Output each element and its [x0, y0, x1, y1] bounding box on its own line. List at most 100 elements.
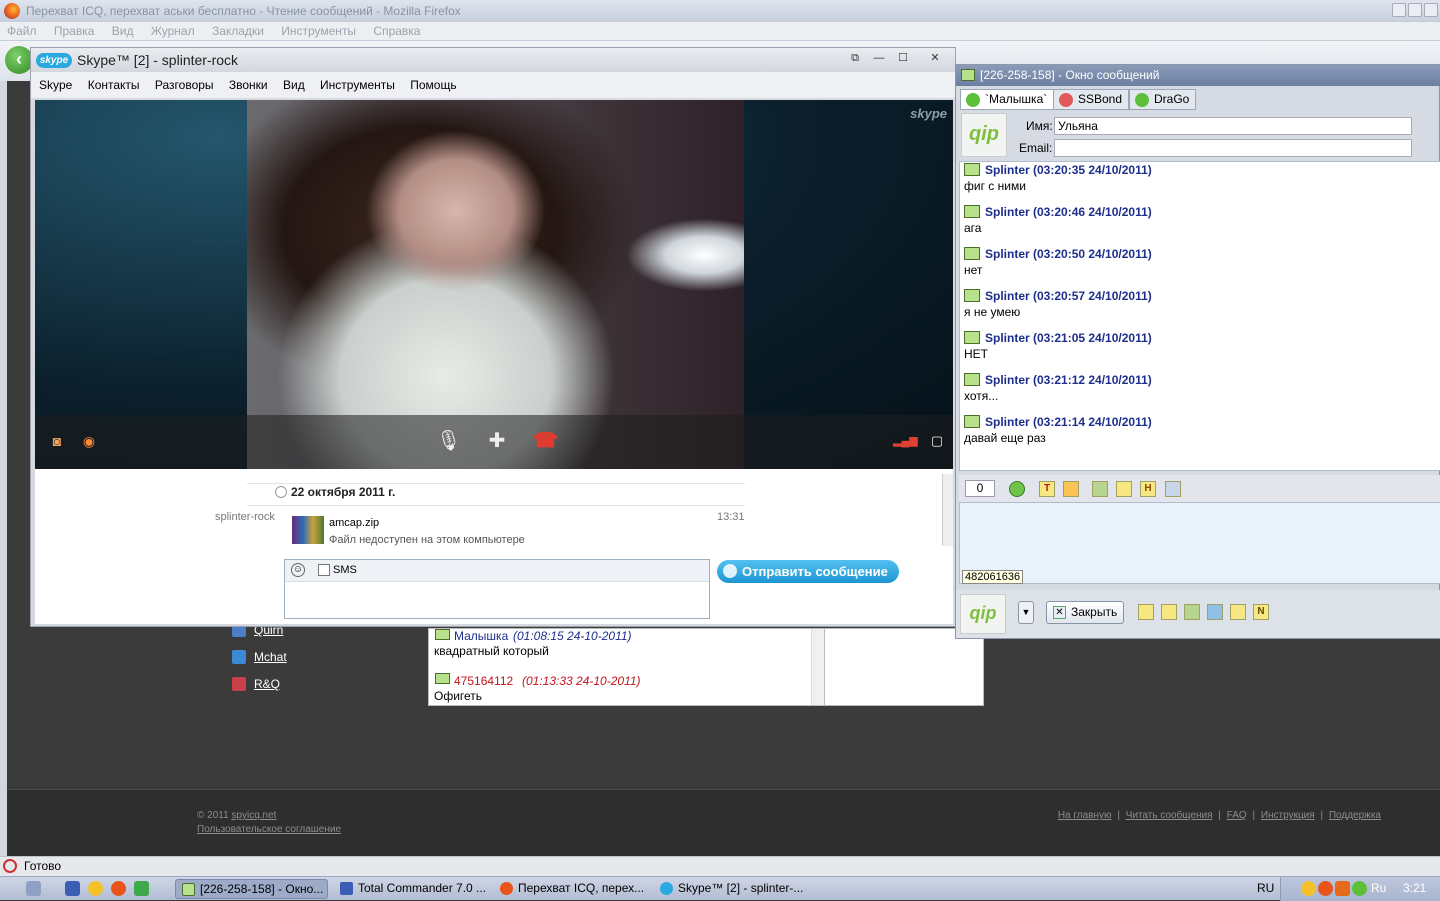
maximize-button[interactable]: ☐: [893, 51, 913, 67]
contact-card-icon[interactable]: [1165, 481, 1181, 497]
dropdown-button[interactable]: ▼: [1018, 601, 1034, 624]
taskbar-firefox[interactable]: Перехват ICQ, перех...: [494, 879, 647, 899]
note-icon[interactable]: [1161, 604, 1177, 620]
archive-icon[interactable]: [1230, 604, 1246, 620]
fullscreen-icon[interactable]: ▢: [925, 429, 949, 453]
log-scrollbar[interactable]: [811, 629, 824, 705]
show-desktop-icon[interactable]: [26, 881, 41, 896]
tray-app-icon[interactable]: [1301, 881, 1316, 896]
chat-bubble-icon: [723, 564, 737, 578]
agreement-link[interactable]: Пользовательское соглашение: [197, 824, 341, 835]
tab-drago[interactable]: DraGo: [1129, 89, 1197, 110]
skype-logo-icon: skype: [36, 53, 72, 68]
self-view-icon[interactable]: ◙: [45, 429, 69, 453]
menu-file[interactable]: Файл: [0, 22, 44, 40]
menu-tools[interactable]: Инструменты: [320, 78, 395, 92]
footer-link-support[interactable]: Поддержка: [1329, 810, 1381, 821]
send-message-button[interactable]: Отправить сообщение: [717, 560, 899, 583]
menu-calls[interactable]: Звонки: [229, 78, 268, 92]
firefox-quicklaunch-icon[interactable]: [111, 881, 126, 896]
taskbar-skype[interactable]: Skype™ [2] - splinter-...: [654, 879, 807, 899]
menu-help[interactable]: Справка: [366, 22, 427, 40]
minimize-button[interactable]: [1392, 3, 1406, 17]
qip-message-input[interactable]: 482061636: [959, 502, 1440, 584]
mchat-icon: [232, 650, 246, 664]
menu-conversations[interactable]: Разговоры: [155, 78, 214, 92]
history-icon[interactable]: H: [1140, 481, 1156, 497]
restore-icon[interactable]: ⧉: [845, 51, 865, 67]
sidebar-link-mchat[interactable]: Mchat: [254, 650, 287, 664]
chat-scrollbar[interactable]: [942, 474, 953, 546]
maximize-button[interactable]: [1408, 3, 1422, 17]
qip-icon: [182, 883, 195, 896]
copyright-link[interactable]: spyicq.net: [231, 810, 276, 821]
tab-malyshka[interactable]: `Малышка`: [960, 89, 1055, 110]
qip-bottom-logo[interactable]: qip: [960, 594, 1006, 634]
font-icon[interactable]: T: [1039, 481, 1055, 497]
picture-icon[interactable]: [1116, 481, 1132, 497]
quote-icon[interactable]: [1138, 604, 1154, 620]
menu-view[interactable]: Вид: [105, 22, 141, 40]
tray-language[interactable]: Ru: [1371, 881, 1386, 895]
message-header: Splinter (03:20:46 24/10/2011): [964, 205, 1152, 219]
tray-player-icon[interactable]: [1335, 881, 1350, 896]
menu-bookmarks[interactable]: Закладки: [205, 22, 271, 40]
microphone-icon[interactable]: 🎙: [436, 429, 461, 453]
windows-taskbar: [226-258-158] - Окно... Total Commander …: [0, 876, 1440, 901]
footer-link-read[interactable]: Читать сообщения: [1126, 810, 1213, 821]
video-toggle-icon[interactable]: ◉: [77, 429, 101, 453]
translate-icon[interactable]: [1207, 604, 1223, 620]
file-name[interactable]: amcap.zip: [329, 517, 379, 529]
qip-quicklaunch-icon[interactable]: [134, 881, 149, 896]
divider: [247, 505, 745, 506]
back-button[interactable]: ‹: [5, 46, 33, 74]
close-button[interactable]: ✕: [925, 51, 945, 67]
message-text: НЕТ: [964, 347, 988, 361]
color-icon[interactable]: [1063, 481, 1079, 497]
app-quicklaunch-icon[interactable]: [88, 881, 103, 896]
taskbar-qip-window[interactable]: [226-258-158] - Окно...: [175, 879, 328, 899]
language-indicator[interactable]: RU: [1257, 881, 1274, 895]
qip-toolbar: 0 T H: [959, 475, 1440, 503]
qip-window-title: [226-258-158] - Окно сообщений: [980, 68, 1160, 82]
taskbar-total-commander[interactable]: Total Commander 7.0 ...: [334, 879, 487, 899]
smiley-icon[interactable]: [1009, 481, 1025, 497]
sidebar-link-rq[interactable]: R&Q: [254, 677, 280, 691]
message-header: Splinter (03:21:12 24/10/2011): [964, 373, 1152, 387]
notes-icon[interactable]: N: [1253, 604, 1269, 620]
templates-icon[interactable]: [1184, 604, 1200, 620]
divider: [247, 483, 745, 484]
name-field[interactable]: Ульяна: [1054, 117, 1412, 135]
menu-help[interactable]: Помощь: [410, 78, 456, 92]
add-participant-icon[interactable]: ✚: [485, 429, 509, 453]
copyright-prefix: © 2011: [197, 810, 229, 821]
menu-view[interactable]: Вид: [283, 78, 305, 92]
hang-up-icon[interactable]: ☎: [533, 429, 558, 453]
footer-link-home[interactable]: На главную: [1058, 810, 1112, 821]
message-input[interactable]: ☺ SMS: [284, 559, 710, 619]
email-field[interactable]: [1054, 139, 1412, 157]
tab-ssbond[interactable]: SSBond: [1053, 89, 1130, 110]
save-quicklaunch-icon[interactable]: [65, 881, 80, 896]
menu-tools[interactable]: Инструменты: [274, 22, 363, 40]
tray-qip-icon[interactable]: [1352, 881, 1367, 896]
emoticon-icon[interactable]: ☺: [291, 563, 305, 577]
skype-title-bar: Skype™ [2] - splinter-rock: [31, 48, 955, 72]
menu-edit[interactable]: Правка: [47, 22, 102, 40]
menu-skype[interactable]: Skype: [39, 78, 72, 92]
close-window-button[interactable]: ✕ Закрыть: [1046, 601, 1124, 624]
tray-firefox-icon[interactable]: [1318, 881, 1333, 896]
message-icon: [964, 163, 980, 176]
minimize-button[interactable]: —: [869, 51, 889, 67]
sms-checkbox[interactable]: [318, 564, 330, 576]
message-text: давай еще раз: [964, 431, 1046, 445]
close-button[interactable]: [1424, 3, 1438, 17]
chat-message: Splinter (03:21:12 24/10/2011) хотя...: [964, 373, 1152, 403]
save-icon[interactable]: [1092, 481, 1108, 497]
message-icon: [964, 247, 980, 260]
menu-history[interactable]: Журнал: [144, 22, 202, 40]
footer-link-faq[interactable]: FAQ: [1227, 810, 1247, 821]
menu-contacts[interactable]: Контакты: [88, 78, 140, 92]
footer-link-guide[interactable]: Инструкция: [1261, 810, 1315, 821]
window-left-edge: [0, 81, 7, 856]
